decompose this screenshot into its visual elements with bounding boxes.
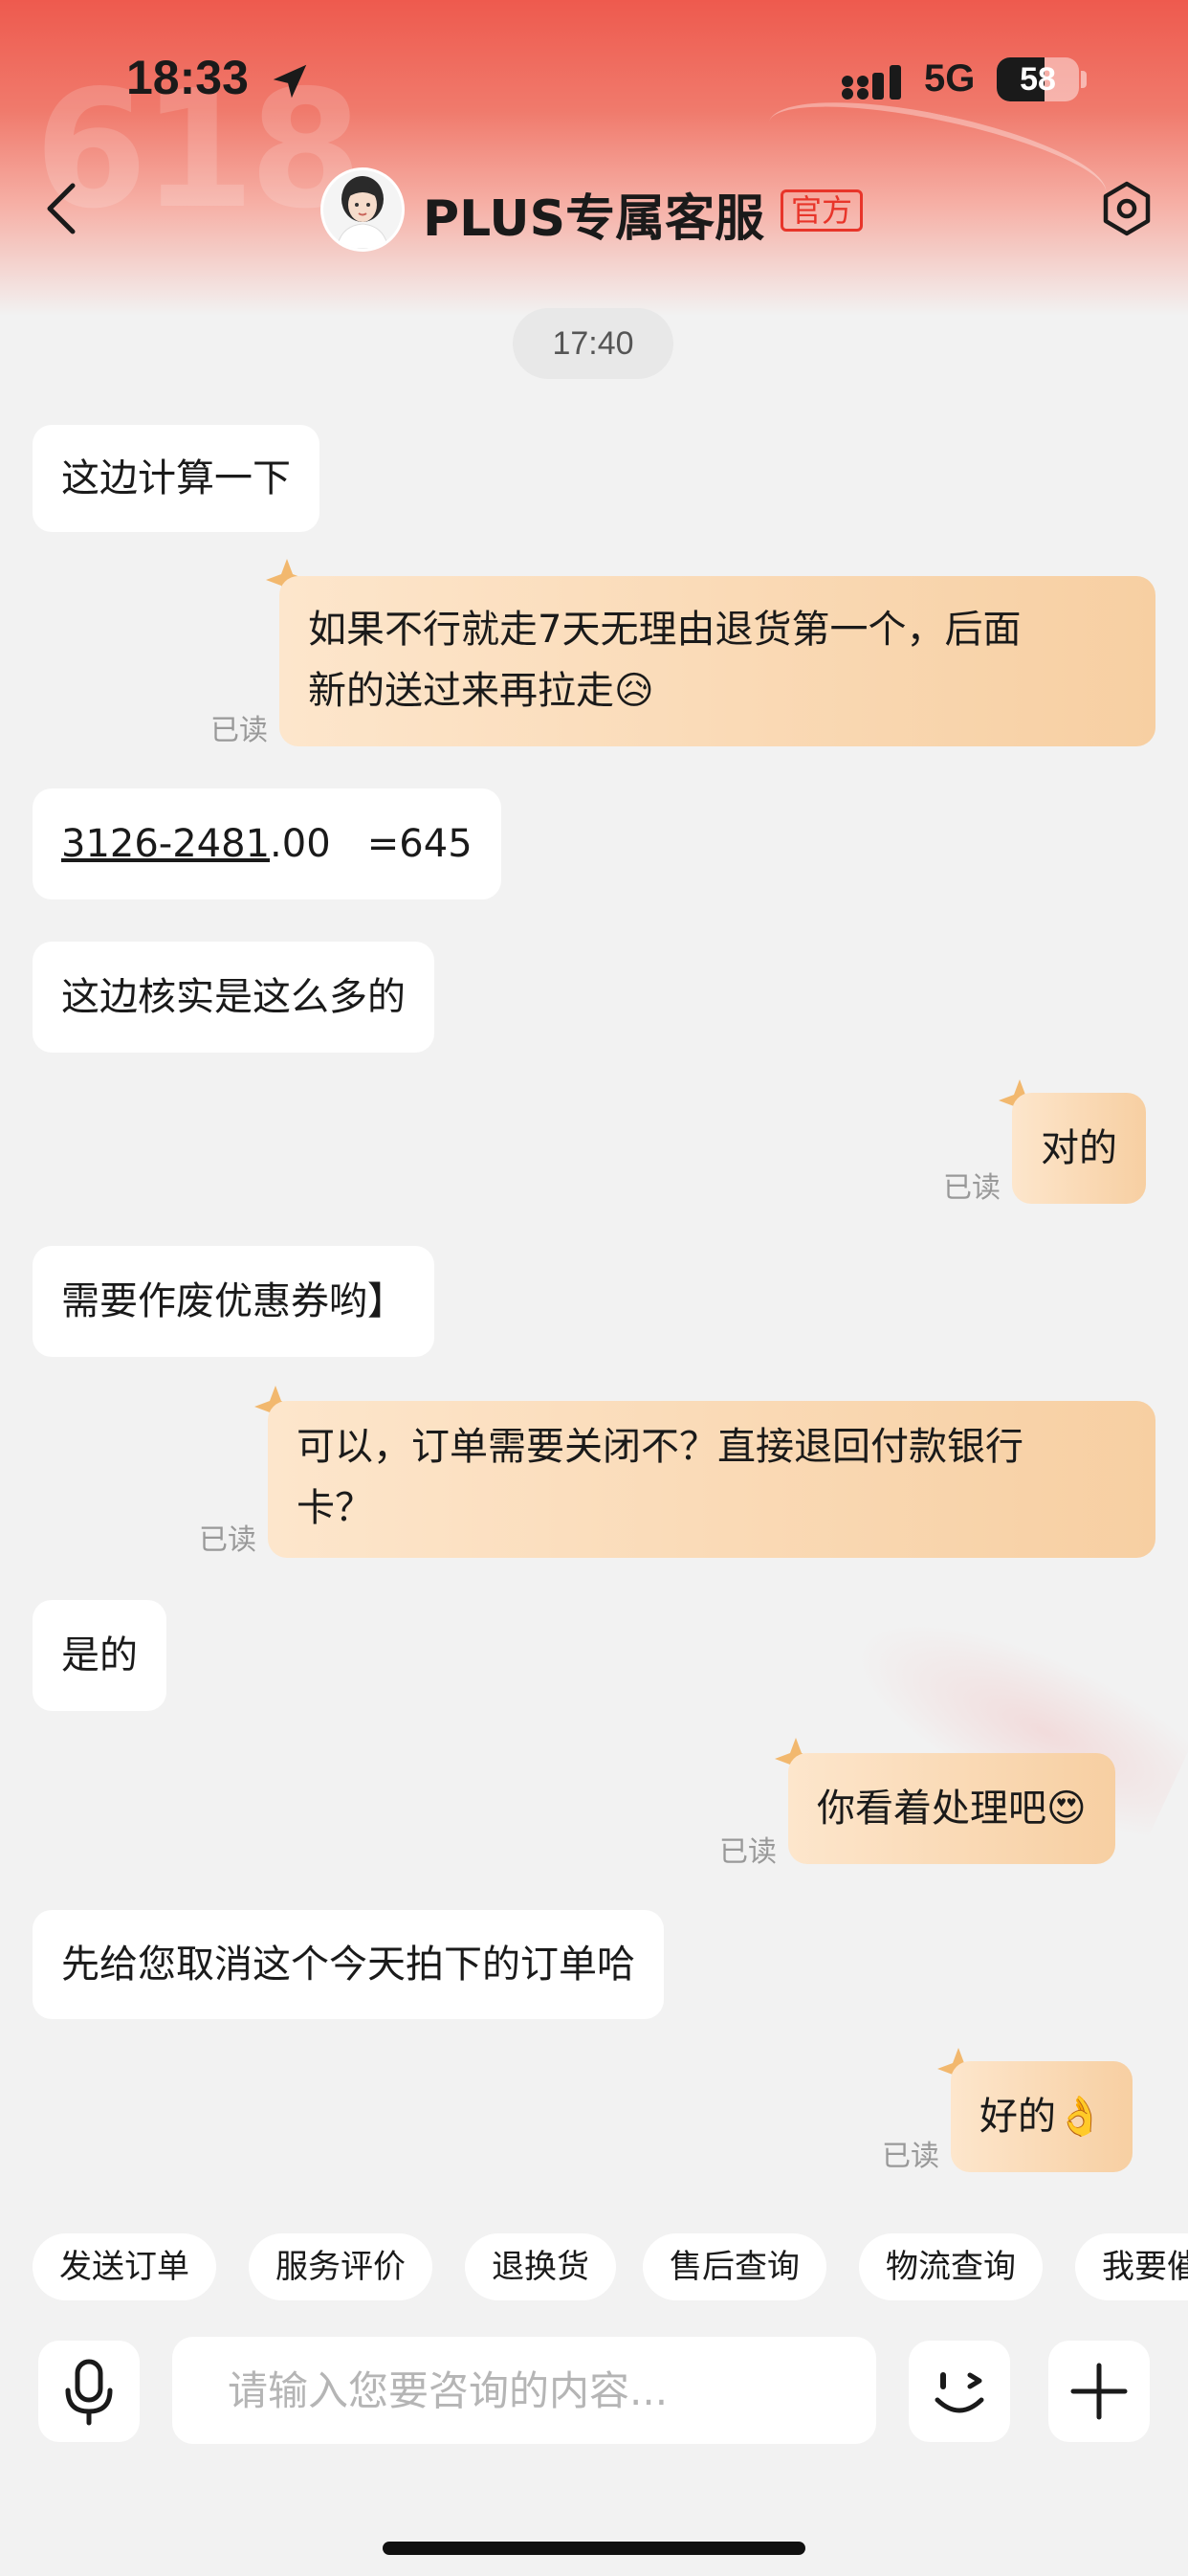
battery-level: 58 — [1020, 61, 1056, 98]
quick-reply-send-order[interactable]: 发送订单 — [33, 2233, 216, 2300]
message-text: 这边计算一下 — [61, 456, 291, 500]
message-text: 先给您取消这个今天拍下的订单哈 — [61, 1943, 635, 1987]
read-status: 已读 — [210, 714, 268, 747]
chat-title: PLUS专属客服 — [423, 190, 765, 248]
incoming-message[interactable]: 这边核实是这么多的 — [33, 942, 434, 1053]
quick-reply-logistics[interactable]: 物流查询 — [859, 2233, 1043, 2300]
message-text: 对的 — [1041, 1126, 1117, 1170]
incoming-message[interactable]: 3126-2481.00 =645 — [33, 788, 501, 899]
order-number-link[interactable]: 3126-2481 — [61, 822, 270, 866]
outgoing-message[interactable]: 如果不行就走7天无理由退货第一个，后面 新的送过来再拉走😥 — [279, 576, 1155, 746]
message-text: 好的👌 — [979, 2095, 1104, 2139]
wink-face-icon — [935, 2372, 984, 2413]
message-text-line1: 如果不行就走7天无理由退货第一个，后面 — [308, 608, 1022, 652]
add-button[interactable] — [1048, 2341, 1150, 2442]
message-text-line2: 卡？ — [297, 1486, 373, 1530]
incoming-message[interactable]: 先给您取消这个今天拍下的订单哈 — [33, 1910, 664, 2019]
location-arrow-icon — [273, 64, 307, 99]
quick-reply-urge[interactable]: 我要催 — [1075, 2233, 1188, 2300]
outgoing-message[interactable]: 对的 — [1012, 1093, 1146, 1204]
quick-reply-return-exchange[interactable]: 退换货 — [465, 2233, 616, 2300]
voice-input-button[interactable] — [38, 2341, 140, 2442]
plus-icon — [1070, 2363, 1128, 2420]
chat-timestamp: 17:40 — [513, 308, 673, 379]
agent-avatar[interactable] — [323, 170, 402, 249]
message-text: 需要作废优惠券哟】 — [61, 1279, 406, 1323]
sad-emoji-icon: 😥 — [614, 669, 654, 713]
official-badge: 官方 — [781, 189, 864, 232]
message-text-line2: 新的送过来再拉走😥 — [308, 669, 654, 713]
status-time: 18:33 — [126, 51, 249, 104]
network-type: 5G — [924, 57, 976, 100]
message-text: 这边核实是这么多的 — [61, 975, 406, 1019]
ok-hand-emoji-icon: 👌 — [1056, 2095, 1104, 2139]
message-text: 是的 — [61, 1633, 138, 1677]
message-text-line1: 可以，订单需要关闭不？直接退回付款银行 — [297, 1425, 1023, 1469]
incoming-message[interactable]: 需要作废优惠券哟】 — [33, 1246, 434, 1357]
battery-icon: 58 — [997, 57, 1079, 101]
signal-icon — [842, 65, 901, 100]
emoji-button[interactable] — [909, 2341, 1010, 2442]
message-input[interactable] — [172, 2337, 876, 2444]
outgoing-message[interactable]: 好的👌 — [951, 2061, 1133, 2172]
outgoing-message[interactable]: 可以，订单需要关闭不？直接退回付款银行 卡？ — [268, 1401, 1155, 1558]
heart-eyes-emoji-icon: 😍 — [1046, 1787, 1087, 1831]
message-text: 3126-2481.00 =645 — [61, 822, 473, 866]
settings-hexagon-icon[interactable] — [1098, 180, 1155, 237]
outgoing-message[interactable]: 你看着处理吧😍 — [788, 1753, 1115, 1864]
quick-reply-service-rating[interactable]: 服务评价 — [249, 2233, 432, 2300]
battery-tip — [1081, 71, 1087, 88]
incoming-message[interactable]: 是的 — [33, 1600, 166, 1711]
quick-reply-after-sales[interactable]: 售后查询 — [643, 2233, 826, 2300]
message-text: 你看着处理吧😍 — [817, 1787, 1087, 1831]
read-status: 已读 — [199, 1523, 256, 1557]
incoming-message[interactable]: 这边计算一下 — [33, 425, 319, 532]
read-status: 已读 — [719, 1835, 777, 1869]
read-status: 已读 — [943, 1171, 1001, 1205]
read-status: 已读 — [882, 2140, 939, 2173]
home-indicator[interactable] — [383, 2542, 805, 2555]
back-chevron-icon[interactable] — [38, 180, 86, 237]
microphone-icon — [65, 2359, 113, 2426]
